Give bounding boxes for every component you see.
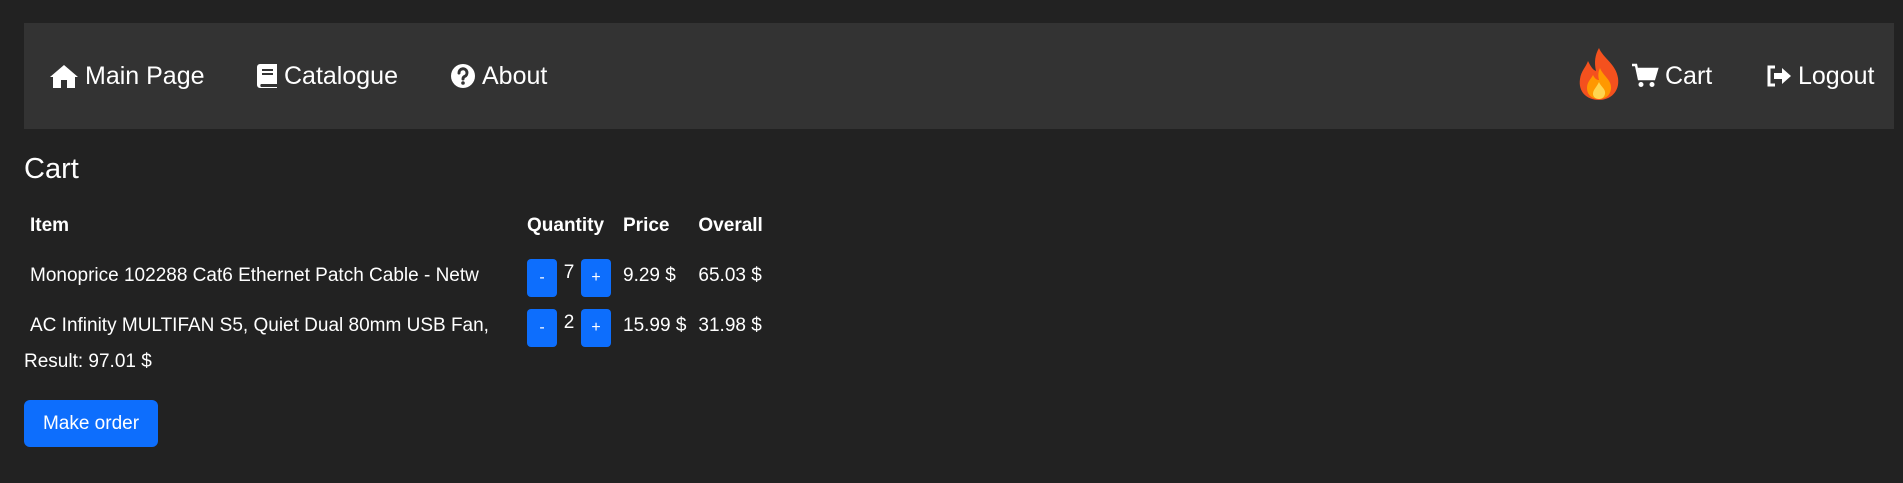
decrease-quantity-button[interactable]: -: [527, 259, 557, 297]
nav-logout-label: Logout: [1798, 61, 1875, 90]
cart-result-total: Result: 97.01 $: [24, 351, 152, 372]
nav-catalogue[interactable]: Catalogue: [256, 23, 398, 129]
table-row: AC Infinity MULTIFAN S5, Quiet Dual 80mm…: [24, 301, 769, 351]
cart-icon: [1631, 63, 1665, 89]
item-price: 15.99 $: [623, 315, 687, 336]
navbar: Main Page Catalogue About Cart Logout: [24, 23, 1894, 129]
item-overall: 65.03 $: [698, 265, 762, 286]
cart-table: Item Quantity Price Overall Monoprice 10…: [24, 203, 769, 351]
make-order-button[interactable]: Make order: [24, 400, 158, 447]
page-title: Cart: [24, 153, 79, 185]
column-header-overall: Overall: [698, 215, 763, 236]
nav-logout[interactable]: Logout: [1766, 23, 1874, 129]
table-row: Monoprice 102288 Cat6 Ethernet Patch Cab…: [24, 251, 769, 301]
quantity-value: 2: [563, 312, 575, 333]
quantity-stepper: - 2 +: [521, 301, 617, 351]
nav-catalogue-label: Catalogue: [284, 61, 398, 90]
column-header-quantity: Quantity: [527, 215, 605, 236]
nav-about-label: About: [482, 61, 548, 90]
question-circle-icon: [450, 63, 482, 89]
fire-icon: [1572, 43, 1632, 105]
nav-main-page[interactable]: Main Page: [49, 23, 205, 129]
nav-cart[interactable]: Cart: [1631, 23, 1712, 129]
item-overall: 31.98 $: [698, 315, 762, 336]
increase-quantity-button[interactable]: +: [581, 309, 611, 347]
item-name: Monoprice 102288 Cat6 Ethernet Patch Cab…: [30, 265, 479, 286]
book-icon: [256, 63, 284, 89]
table-header-row: Item Quantity Price Overall: [24, 203, 769, 251]
column-header-item: Item: [30, 215, 70, 236]
nav-main-page-label: Main Page: [85, 61, 205, 90]
column-header-price: Price: [623, 215, 670, 236]
quantity-stepper: - 7 +: [521, 251, 617, 301]
nav-cart-label: Cart: [1665, 61, 1713, 90]
decrease-quantity-button[interactable]: -: [527, 309, 557, 347]
logout-icon: [1766, 64, 1798, 88]
item-name: AC Infinity MULTIFAN S5, Quiet Dual 80mm…: [30, 315, 489, 336]
increase-quantity-button[interactable]: +: [581, 259, 611, 297]
nav-about[interactable]: About: [450, 23, 547, 129]
item-price: 9.29 $: [623, 265, 676, 286]
quantity-value: 7: [563, 262, 575, 283]
home-icon: [49, 63, 85, 89]
